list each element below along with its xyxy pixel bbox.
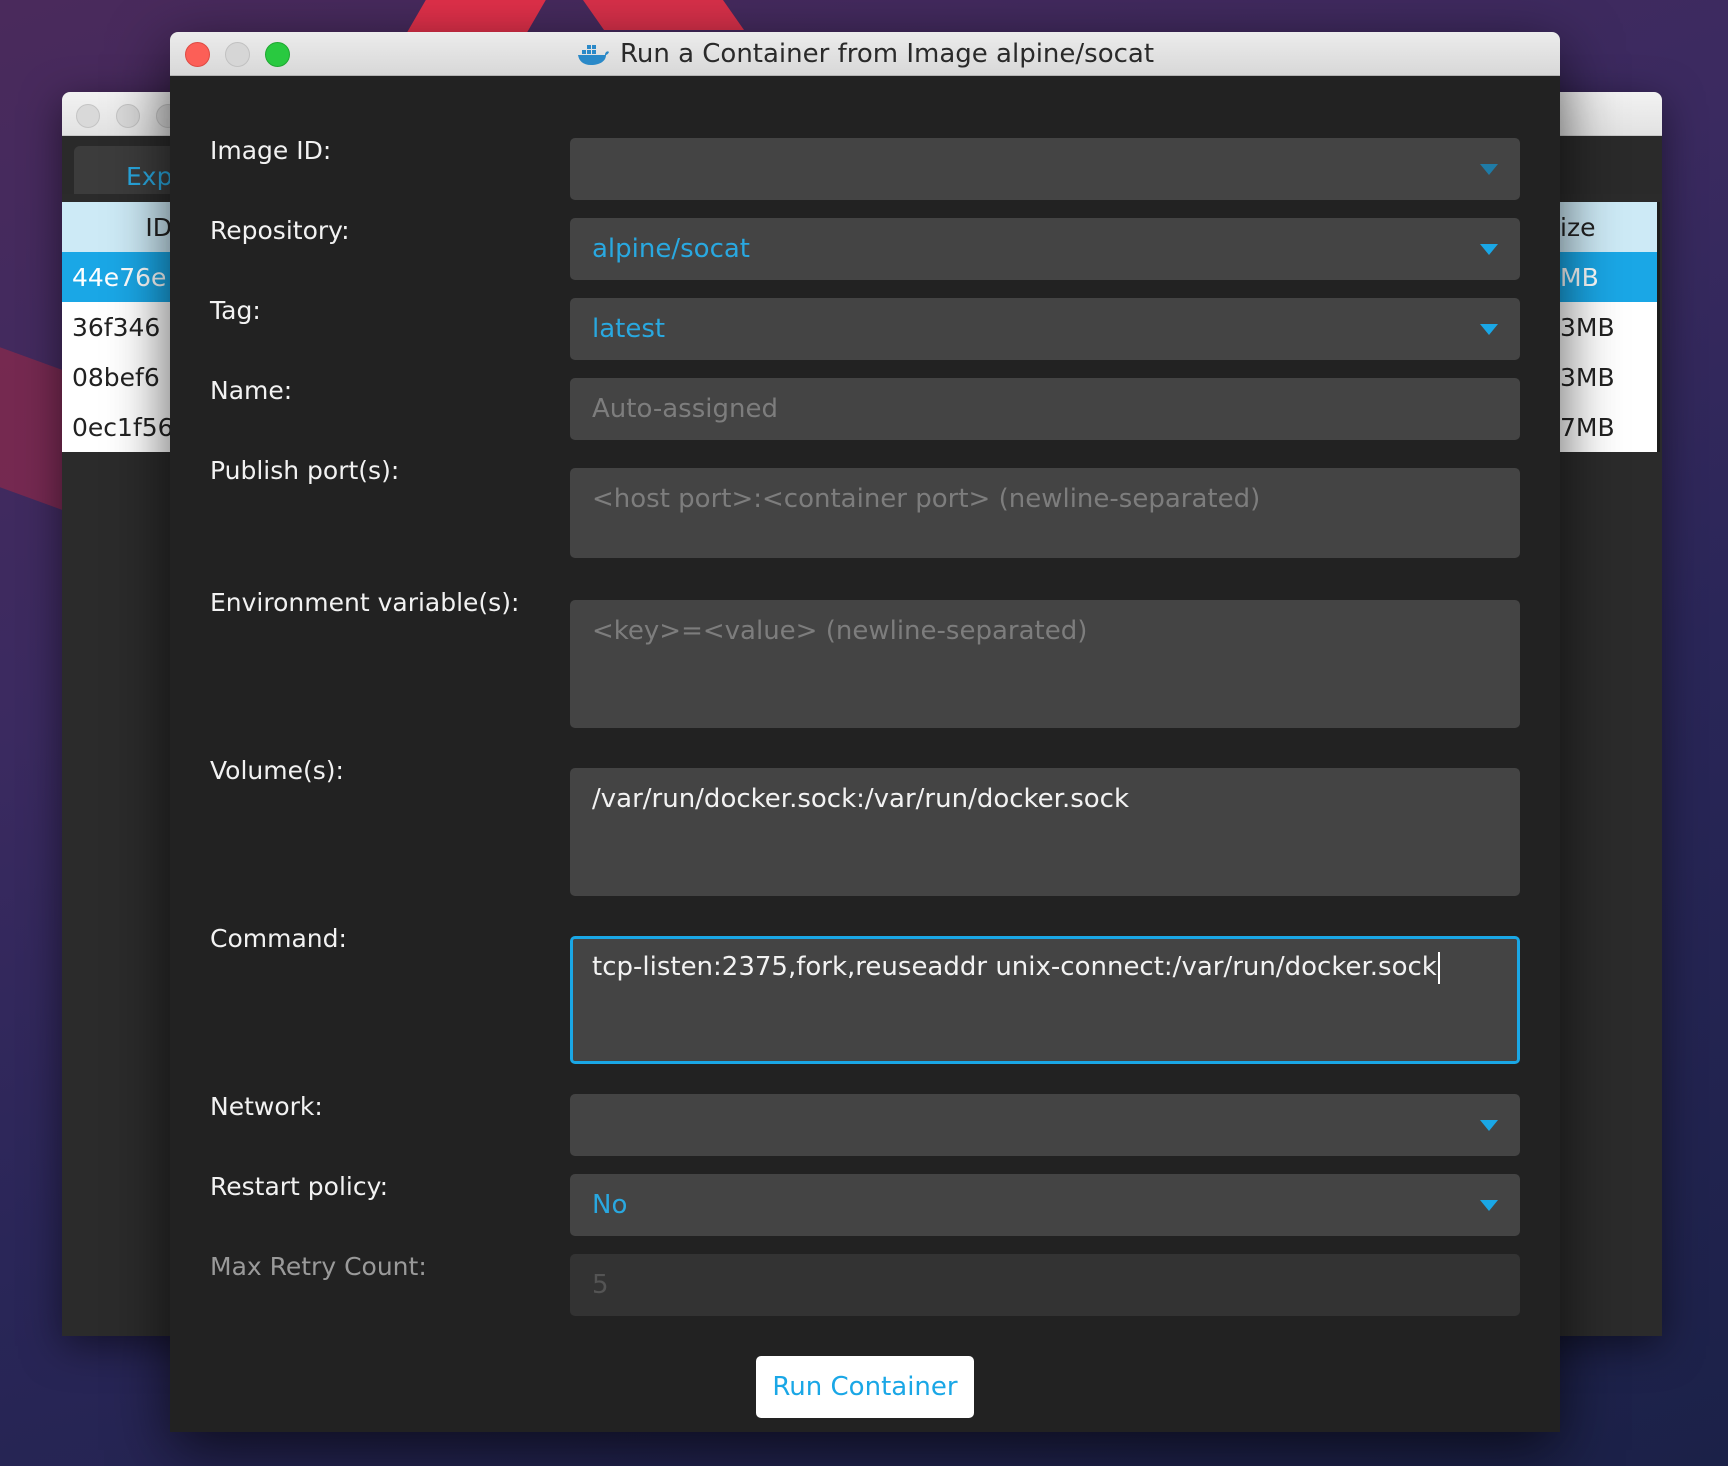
minimize-button[interactable] [225,42,250,67]
row-id: 08bef6 [72,362,160,392]
max-retry-label: Max Retry Count: [210,1252,427,1281]
volumes-textarea[interactable]: /var/run/docker.sock:/var/run/docker.soc… [570,768,1520,896]
restart-policy-label: Restart policy: [210,1172,389,1201]
command-label: Command: [210,924,347,953]
env-label: Environment variable(s): [210,588,520,617]
row-size: 7MB [1560,412,1615,442]
run-form: Image ID: Repository: alpine/socat Tag: … [170,76,1560,1432]
image-id-select[interactable] [570,138,1520,200]
image-id-label: Image ID: [210,136,332,165]
images-table-left: ID 44e76e 36f346 08bef6 0ec1f56 [62,202,172,452]
env-placeholder: <key>=<value> (newline-separated) [592,616,1088,646]
table-row[interactable]: 36f346 [62,302,172,352]
dialog-titlebar[interactable]: Run a Container from Image alpine/socat [170,32,1560,76]
row-size: MB [1560,262,1599,292]
row-id: 44e76e [72,262,167,292]
text-cursor [1437,952,1440,984]
row-id: 36f346 [72,312,161,342]
bg-minimize-button[interactable] [116,104,140,128]
run-container-dialog: Run a Container from Image alpine/socat … [170,32,1560,1432]
table-row[interactable]: MB [1560,252,1657,302]
bg-close-button[interactable] [76,104,100,128]
window-title: Run a Container from Image alpine/socat [576,39,1154,69]
table-row[interactable]: 3MB [1560,302,1657,352]
repository-value: alpine/socat [592,234,750,264]
table-row[interactable]: 44e76e [62,252,172,302]
ports-label: Publish port(s): [210,456,400,485]
tag-value: latest [592,314,666,344]
repository-label: Repository: [210,216,350,245]
command-value: tcp-listen:2375,fork,reuseaddr unix-conn… [592,952,1437,982]
row-size: 3MB [1560,312,1615,342]
row-id: 0ec1f56 [72,412,172,442]
name-placeholder: Auto-assigned [592,394,778,424]
tab-label: Exp [126,162,173,191]
row-size: 3MB [1560,362,1615,392]
table-row[interactable]: 3MB [1560,352,1657,402]
tag-label: Tag: [210,296,261,325]
restart-policy-value: No [592,1190,628,1220]
chevron-down-icon [1480,164,1498,175]
column-header-id[interactable]: ID [62,202,172,252]
name-input[interactable]: Auto-assigned [570,378,1520,440]
wallpaper-shape [0,347,70,513]
network-label: Network: [210,1092,323,1121]
env-textarea[interactable]: <key>=<value> (newline-separated) [570,600,1520,728]
column-header-size[interactable]: ize [1560,202,1657,252]
table-row[interactable]: 7MB [1560,402,1657,452]
wallpaper-shape [575,0,745,30]
max-retry-input: 5 [570,1254,1520,1316]
chevron-down-icon [1480,244,1498,255]
table-row[interactable]: 0ec1f56 [62,402,172,452]
run-container-button[interactable]: Run Container [756,1356,974,1418]
chevron-down-icon [1480,324,1498,335]
column-header-label: ID [145,212,172,242]
images-table-right: ize MB 3MB 3MB 7MB [1560,202,1660,452]
volumes-value: /var/run/docker.sock:/var/run/docker.soc… [592,784,1130,814]
volumes-label: Volume(s): [210,756,344,785]
tag-select[interactable]: latest [570,298,1520,360]
column-header-label: ize [1560,212,1596,242]
name-label: Name: [210,376,293,405]
command-textarea[interactable]: tcp-listen:2375,fork,reuseaddr unix-conn… [570,936,1520,1064]
dialog-title: Run a Container from Image alpine/socat [619,38,1155,69]
chevron-down-icon [1480,1120,1498,1131]
maximize-button[interactable] [265,42,290,67]
chevron-down-icon [1480,1200,1498,1211]
repository-select[interactable]: alpine/socat [570,218,1520,280]
docker-whale-icon [577,44,609,65]
network-select[interactable] [570,1094,1520,1156]
restart-policy-select[interactable]: No [570,1174,1520,1236]
ports-textarea[interactable]: <host port>:<container port> (newline-se… [570,468,1520,558]
ports-placeholder: <host port>:<container port> (newline-se… [592,484,1261,514]
max-retry-placeholder: 5 [592,1270,609,1300]
close-button[interactable] [185,42,210,67]
table-row[interactable]: 08bef6 [62,352,172,402]
